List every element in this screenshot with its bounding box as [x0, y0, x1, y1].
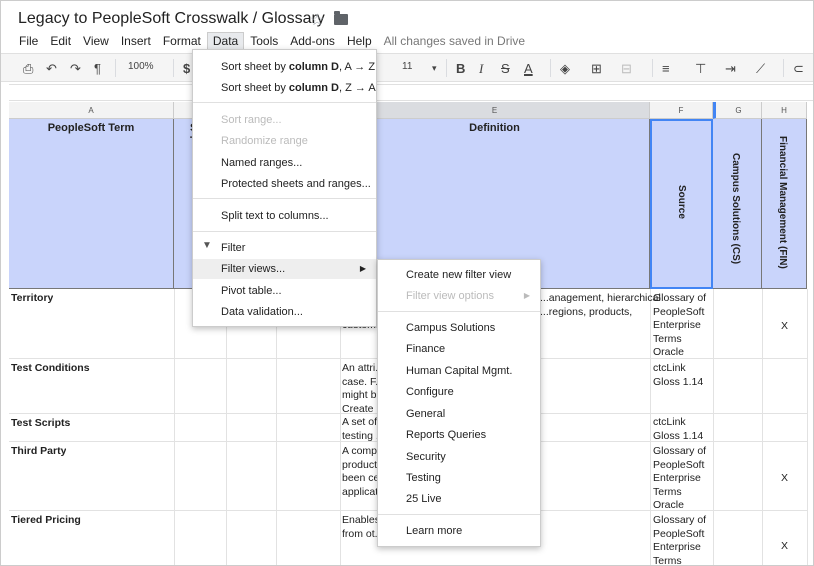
menu-edit[interactable]: Edit: [44, 32, 77, 50]
fin-cell: X: [781, 472, 789, 484]
save-status[interactable]: All changes saved in Drive: [378, 32, 531, 50]
menu-bar: File Edit View Insert Format Data Tools Add-ons…: [13, 32, 531, 50]
term-cell: Third Party: [11, 445, 67, 457]
header-campus-solutions[interactable]: Campus Solutions (CS): [713, 119, 762, 289]
header-source[interactable]: Source: [650, 119, 713, 289]
filter-view-human-capital[interactable]: Human Capital Mgmt.: [378, 361, 540, 381]
font-size-dropdown-icon[interactable]: ▾: [432, 63, 437, 74]
menu-item-filter-views[interactable]: Filter views... ▶: [193, 259, 376, 279]
print-icon[interactable]: ⎙: [23, 61, 33, 77]
fin-cell: X: [781, 540, 789, 552]
menu-item-filter-view-options[interactable]: Filter view options ▶: [378, 286, 540, 306]
term-cell: Test Scripts: [11, 417, 71, 429]
fin-cell: X: [781, 320, 789, 332]
menu-item-pivot-table[interactable]: Pivot table...: [193, 281, 376, 301]
header-source-label: Source: [676, 185, 687, 219]
filter-view-finance[interactable]: Finance: [378, 339, 540, 359]
term-cell: Tiered Pricing: [11, 514, 81, 526]
submenu-arrow-icon: ▶: [523, 291, 530, 300]
filter-view-campus-solutions[interactable]: Campus Solutions: [378, 318, 540, 338]
text-color-icon[interactable]: A: [524, 61, 533, 76]
menu-data[interactable]: Data: [206, 32, 245, 49]
filter-view-security[interactable]: Security: [378, 447, 540, 467]
menu-item-sort-az[interactable]: Sort sheet by column D, A → Z: [193, 57, 376, 77]
header-campus-label: Campus Solutions (CS): [730, 153, 741, 265]
menu-help[interactable]: Help: [341, 32, 378, 50]
definition-cell: ...anagement, hierarchical ...regions, pr…: [540, 292, 661, 318]
header-finance-label: Financial Management (FIN): [777, 136, 788, 269]
bold-icon[interactable]: B: [456, 61, 465, 76]
column-header-e[interactable]: E: [340, 102, 650, 119]
menu-item-filter[interactable]: Filter: [193, 238, 376, 258]
document-title[interactable]: Legacy to PeopleSoft Crosswalk / Glossar…: [18, 10, 325, 28]
filter-view-configure[interactable]: Configure: [378, 382, 540, 402]
paint-format-icon[interactable]: ¶: [94, 61, 101, 76]
font-size-select[interactable]: 11: [402, 61, 412, 72]
menu-item-split-text[interactable]: Split text to columns...: [193, 206, 376, 226]
menu-item-sort-range[interactable]: Sort range...: [193, 110, 376, 130]
star-icon[interactable]: ☆: [310, 10, 324, 30]
term-cell: Test Conditions: [11, 362, 90, 374]
menu-file[interactable]: File: [13, 32, 44, 50]
align-vertical-icon[interactable]: ⊤: [695, 61, 706, 77]
menu-view[interactable]: View: [77, 32, 115, 50]
menu-tools[interactable]: Tools: [244, 32, 284, 50]
data-menu: Sort sheet by column D, A → Z Sort sheet…: [192, 49, 377, 327]
borders-icon[interactable]: ⊞: [591, 61, 602, 77]
text-wrap-icon[interactable]: ⇥: [725, 61, 736, 77]
source-cell: Glossary of PeopleSoft Enterprise Terms Orac…: [653, 445, 707, 511]
align-horizontal-icon[interactable]: ≡: [662, 61, 670, 76]
column-header-g[interactable]: G: [713, 102, 762, 119]
submenu-arrow-icon: ▶: [359, 264, 366, 273]
menu-item-create-filter-view[interactable]: Create new filter view: [378, 265, 540, 285]
strikethrough-icon[interactable]: S: [501, 61, 510, 76]
menu-format[interactable]: Format: [157, 32, 207, 50]
fill-color-icon[interactable]: ◈: [560, 61, 570, 77]
term-cell: Territory: [11, 292, 54, 304]
folder-icon[interactable]: [334, 11, 348, 25]
menu-item-randomize-range[interactable]: Randomize range: [193, 131, 376, 151]
column-header-f[interactable]: F: [650, 102, 713, 119]
undo-icon[interactable]: ↶: [46, 61, 57, 77]
filter-views-submenu: Create new filter view Filter view optio…: [377, 259, 541, 547]
zoom-select[interactable]: 100%: [128, 61, 154, 72]
menu-item-sort-za[interactable]: Sort sheet by column D, Z → A: [193, 78, 376, 98]
toolbar: ⎙ ↶ ↷ ¶ 100% $ 11 ▾ B I S A ◈ ⊞ ⊟ ≡ ⊤ ⇥ …: [1, 53, 813, 82]
redo-icon[interactable]: ↷: [70, 61, 81, 77]
link-icon[interactable]: ⊂: [793, 61, 804, 77]
column-header-a[interactable]: A: [9, 102, 174, 119]
filter-view-testing[interactable]: Testing: [378, 468, 540, 488]
italic-icon[interactable]: I: [479, 61, 483, 77]
header-financial-management[interactable]: Financial Management (FIN): [762, 119, 807, 289]
menu-insert[interactable]: Insert: [115, 32, 157, 50]
column-header-h[interactable]: H: [762, 102, 807, 119]
menu-addons[interactable]: Add-ons: [284, 32, 341, 50]
merge-cells-icon[interactable]: ⊟: [621, 61, 632, 77]
spreadsheet-window: Legacy to PeopleSoft Crosswalk / Glossar…: [0, 0, 814, 566]
menu-item-named-ranges[interactable]: Named ranges...: [193, 153, 376, 173]
filter-view-reports-queries[interactable]: Reports Queries: [378, 425, 540, 445]
header-definition-label: Definition: [469, 122, 520, 134]
filter-view-25-live[interactable]: 25 Live: [378, 489, 540, 509]
header-peoplesoft-term[interactable]: PeopleSoft Term: [9, 119, 174, 289]
source-cell: ctcLink Gloss 1.14: [653, 416, 704, 442]
formula-bar[interactable]: [9, 84, 813, 101]
text-rotation-icon[interactable]: ⟋: [756, 61, 765, 77]
currency-format-button[interactable]: $: [183, 61, 190, 76]
source-cell: ctcLink Gloss 1.14: [653, 362, 704, 388]
menu-item-data-validation[interactable]: Data validation...: [193, 302, 376, 322]
filter-view-general[interactable]: General: [378, 404, 540, 424]
menu-item-protected-sheets[interactable]: Protected sheets and ranges...: [193, 174, 376, 194]
source-cell: Glossary of PeopleSoft Enterprise Terms: [653, 514, 707, 566]
source-cell: Glossary of PeopleSoft Enterprise Terms Orac…: [653, 292, 707, 358]
menu-item-learn-more[interactable]: Learn more: [378, 521, 540, 541]
